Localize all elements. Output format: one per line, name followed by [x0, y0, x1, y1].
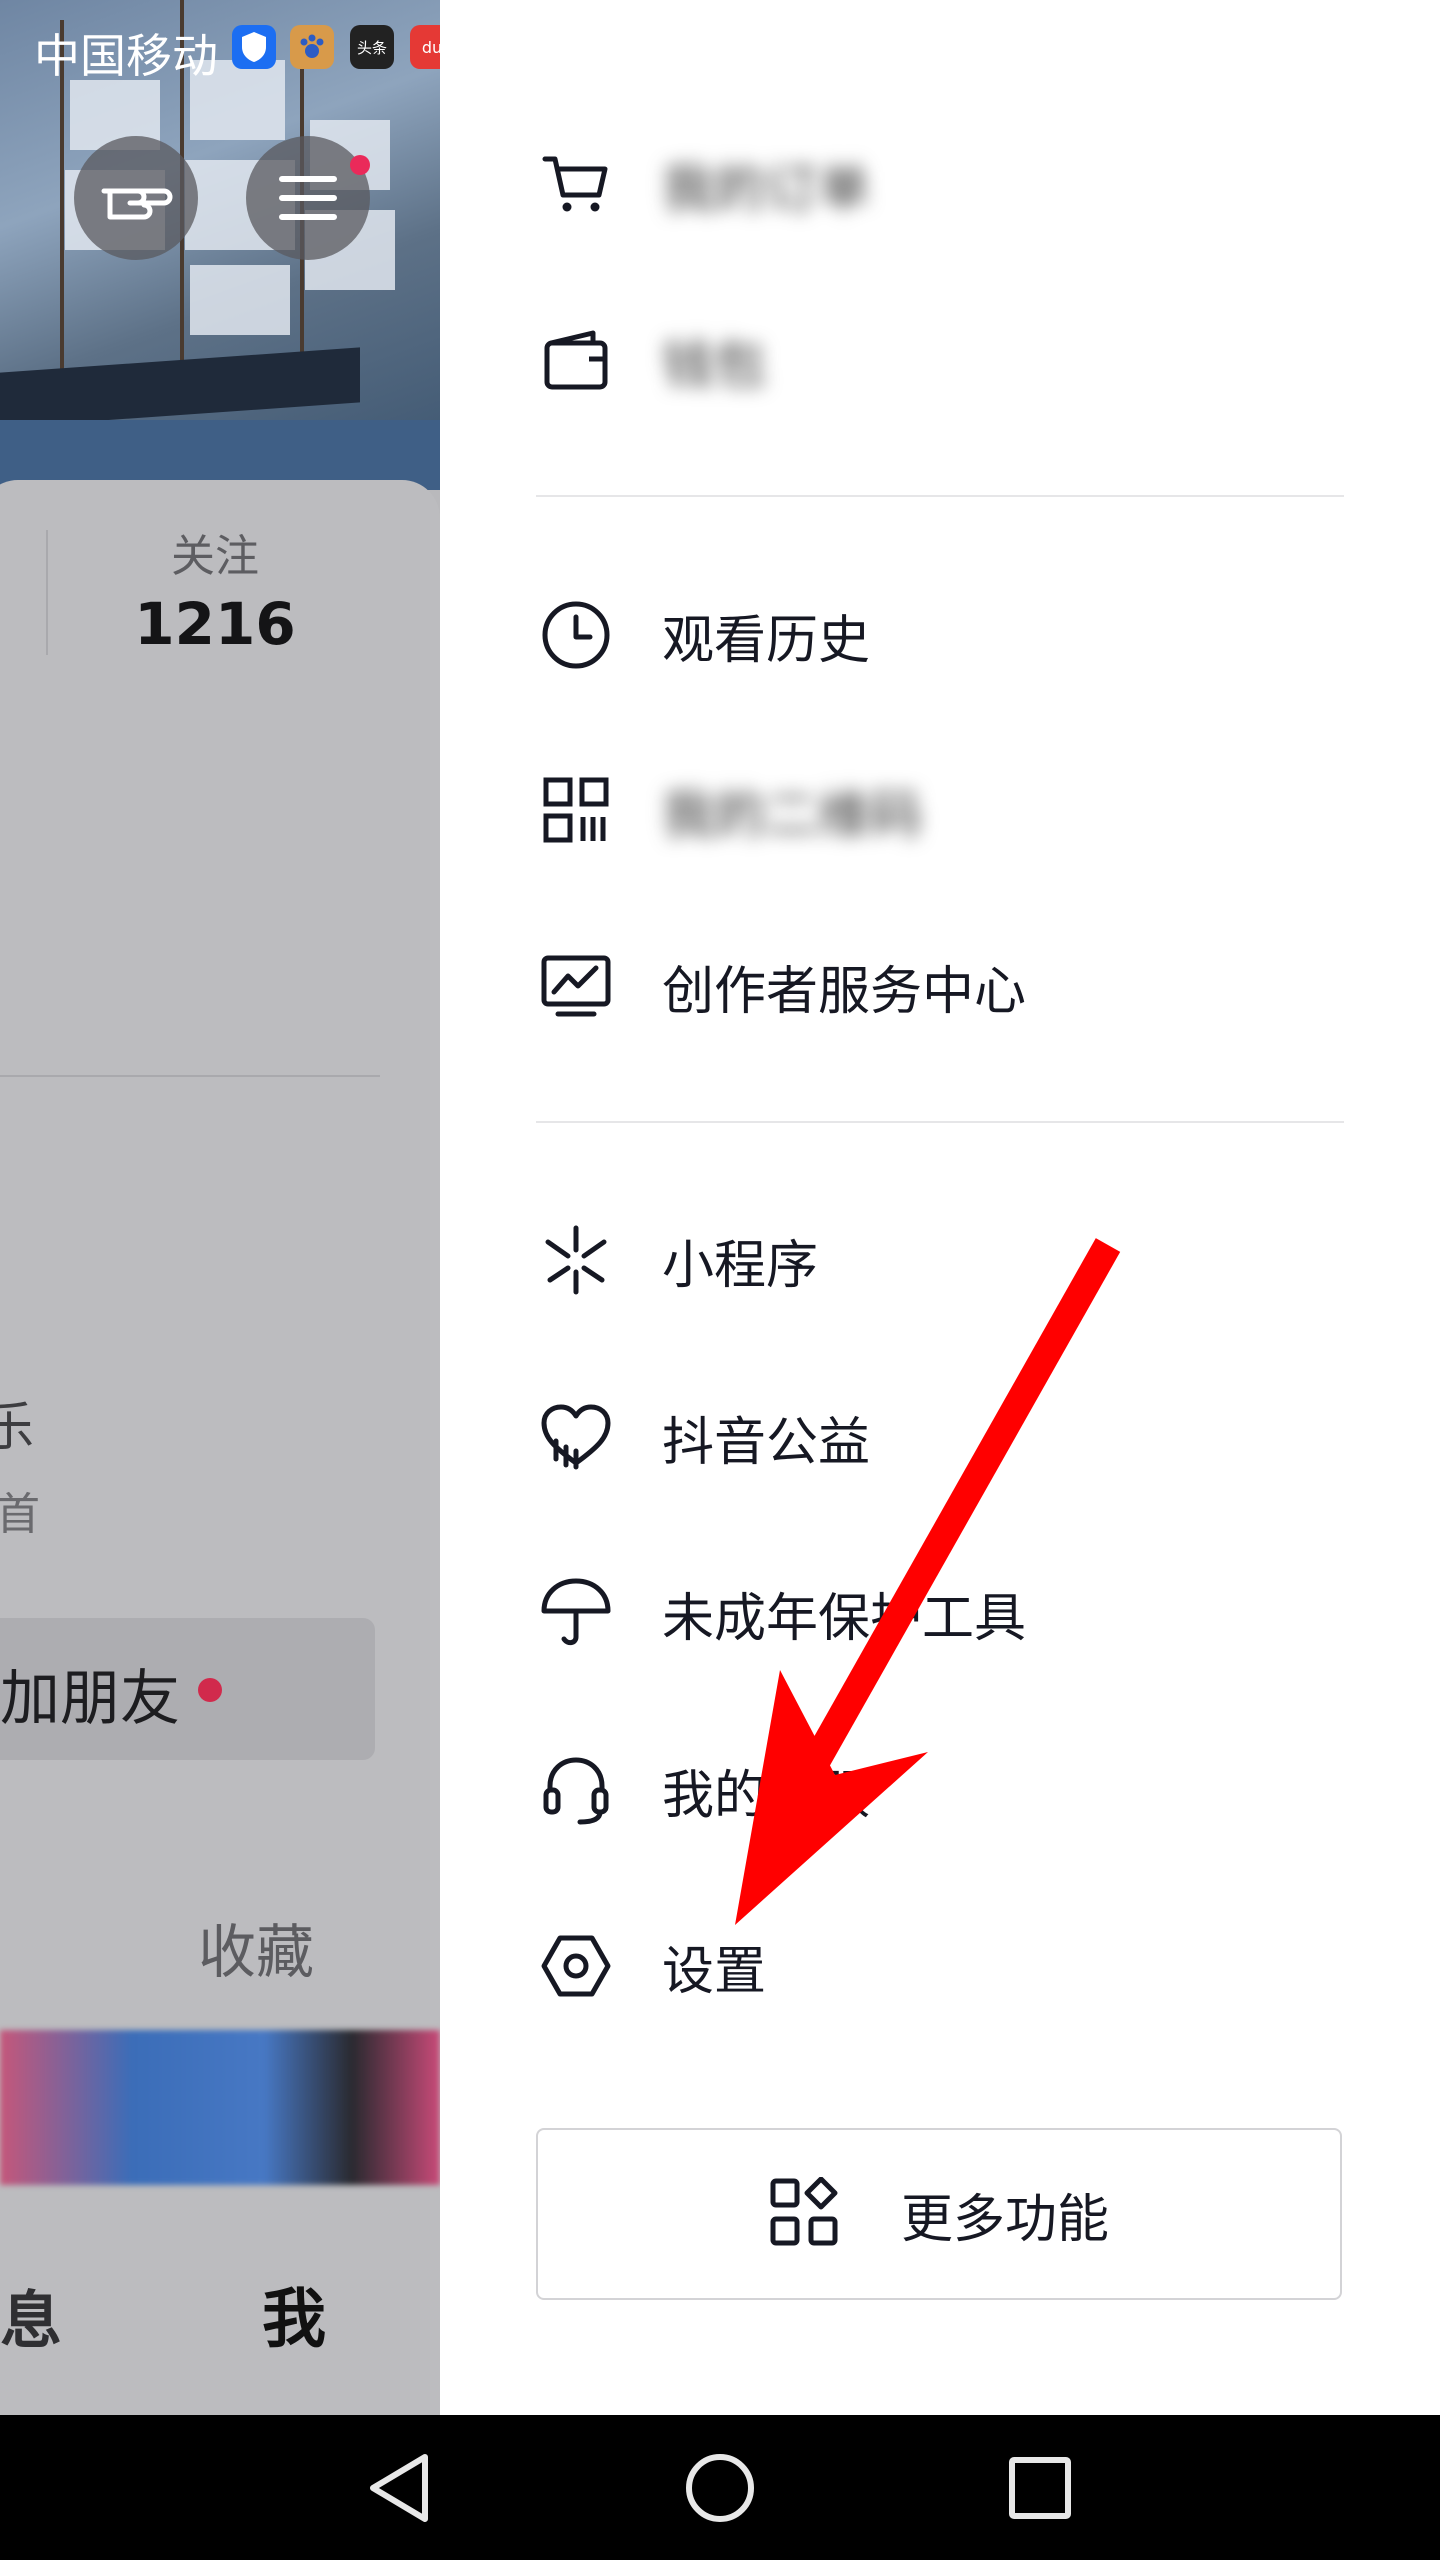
profile-divider: [0, 1075, 380, 1077]
add-friend-label: 加朋友: [0, 1664, 180, 1734]
settings-hexagon-icon: [540, 1930, 612, 2002]
menu-item-label: 我的订单: [662, 159, 871, 220]
menu-item-label: 我的二维码: [662, 785, 923, 846]
cart-icon: [540, 148, 612, 220]
gesture-button[interactable]: [74, 136, 198, 260]
wallet-icon: [540, 324, 612, 396]
add-friend-dot: [198, 1678, 222, 1702]
home-icon[interactable]: [680, 2448, 760, 2528]
menu-item-label: 创作者服务中心: [662, 961, 1027, 1022]
heart-charity-icon: [540, 1401, 612, 1473]
menu-item-label: 未成年保护工具: [662, 1588, 1027, 1649]
headset-icon: [540, 1754, 612, 1826]
hamburger-icon: [279, 176, 337, 220]
menu-notification-dot: [350, 155, 370, 175]
video-thumbnail[interactable]: [0, 2030, 440, 2185]
creator-chart-icon: [540, 950, 612, 1022]
menu-divider: [536, 1121, 1344, 1123]
stat-divider: [46, 530, 48, 655]
menu-item-mini-programs[interactable]: 小程序: [540, 1200, 1360, 1320]
back-icon[interactable]: [360, 2448, 440, 2528]
screen: 关注 1216 乐 首 加朋友 收藏 息 我 中国移动 头条 du 我的订单 钱…: [0, 0, 1440, 2415]
menu-item-charity[interactable]: 抖音公益: [540, 1377, 1360, 1497]
menu-item-watch-history[interactable]: 观看历史: [540, 575, 1360, 695]
menu-item-customer-service[interactable]: 我的客服: [540, 1730, 1360, 1850]
menu-item-label: 我的客服: [662, 1765, 871, 1826]
toutiao-icon: 头条: [350, 25, 394, 69]
following-label: 关注: [171, 531, 259, 582]
menu-item-settings[interactable]: 设置: [540, 1906, 1360, 2026]
tab-favorites[interactable]: 收藏: [198, 1905, 314, 1989]
partial-text: 乐: [0, 1398, 35, 1458]
pointing-hand-icon: [101, 188, 173, 220]
menu-item-minor-protection[interactable]: 未成年保护工具: [540, 1553, 1360, 1673]
following-count[interactable]: 1216: [130, 590, 300, 658]
menu-item-label: 小程序: [662, 1235, 819, 1296]
menu-item-label: 观看历史: [662, 610, 871, 671]
clock-icon: [540, 599, 612, 671]
menu-item-wallet[interactable]: 钱包: [540, 300, 1360, 420]
menu-item-orders[interactable]: 我的订单: [540, 124, 1360, 244]
menu-item-qrcode[interactable]: 我的二维码: [540, 750, 1360, 870]
partial-text: 首: [0, 1489, 40, 1540]
toutiao-label: 头条: [356, 38, 387, 57]
umbrella-icon: [540, 1577, 612, 1649]
paw-icon: [290, 25, 334, 69]
qrcode-icon: [540, 774, 612, 846]
tab-messages[interactable]: 息: [0, 2270, 62, 2360]
tab-me[interactable]: 我: [262, 2268, 326, 2360]
more-features-label: 更多功能: [900, 2189, 1109, 2250]
carrier-name: 中国移动: [34, 29, 218, 83]
menu-button[interactable]: [246, 136, 370, 260]
grid-shapes-icon: [769, 2176, 839, 2251]
menu-divider: [536, 495, 1344, 497]
profile-page-background: 关注 1216 乐 首 加朋友 收藏 息 我: [0, 0, 440, 2415]
menu-item-label: 抖音公益: [662, 1412, 871, 1473]
mini-program-icon: [540, 1224, 612, 1296]
menu-item-label: 设置: [662, 1941, 767, 2002]
shield-icon: [232, 25, 276, 69]
menu-item-creator-center[interactable]: 创作者服务中心: [540, 926, 1360, 1046]
menu-item-label: 钱包: [662, 335, 767, 396]
more-features-button[interactable]: 更多功能: [536, 2128, 1342, 2300]
recents-icon[interactable]: [1000, 2448, 1080, 2528]
